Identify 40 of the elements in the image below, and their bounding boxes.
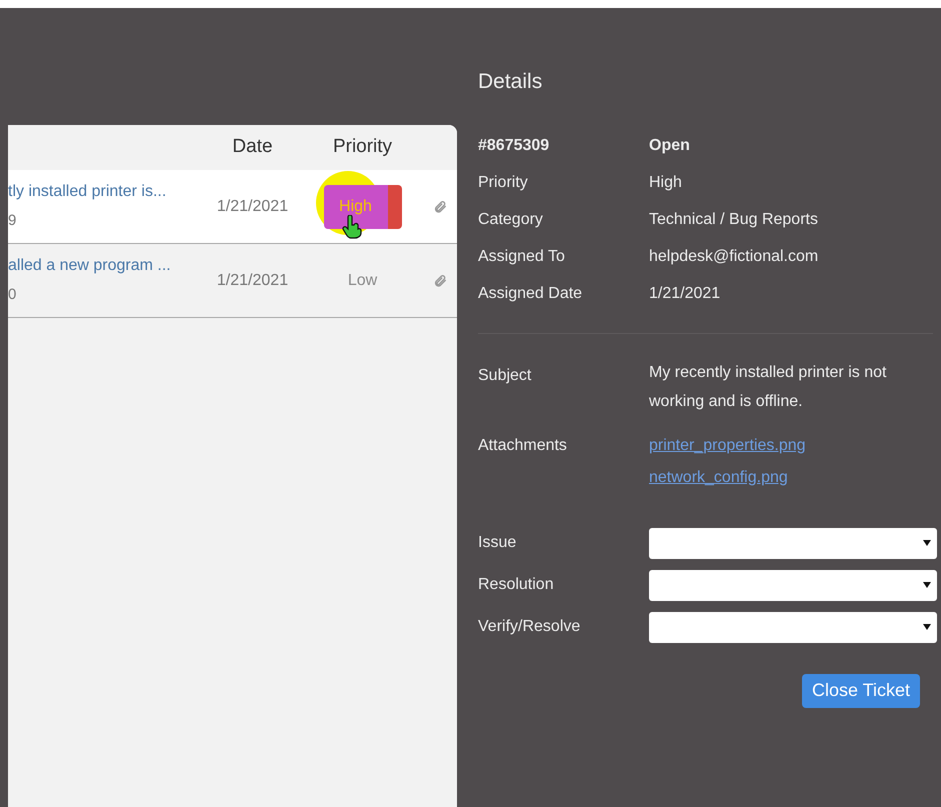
ticket-number: #8675309 bbox=[478, 136, 550, 156]
attachment-link[interactable]: printer_properties.png bbox=[649, 434, 806, 458]
paperclip-icon[interactable] bbox=[433, 272, 447, 288]
ticket-subject[interactable]: alled a new program ... bbox=[8, 254, 205, 278]
ticket-date: 1/21/2021 bbox=[216, 196, 288, 216]
paperclip-icon[interactable] bbox=[433, 198, 447, 214]
field-label: Priority bbox=[478, 173, 529, 193]
field-label: Attachments bbox=[478, 436, 568, 456]
column-header[interactable]: Priority bbox=[332, 133, 392, 162]
field-label: Issue bbox=[478, 533, 518, 553]
ticket-id: 0 bbox=[8, 285, 18, 306]
close-ticket-button[interactable]: Close Ticket bbox=[802, 674, 920, 708]
field-value: 1/21/2021 bbox=[649, 284, 720, 304]
subject-text: My recently installed printer is not working and is offline. bbox=[649, 362, 888, 412]
caret-icon bbox=[923, 624, 931, 630]
column-header[interactable]: Date bbox=[232, 133, 273, 162]
ticket-status: Open bbox=[649, 136, 690, 156]
field-value: helpdesk@fictional.com bbox=[649, 247, 818, 267]
ticket-subject[interactable]: tly installed printer is... bbox=[8, 180, 205, 204]
ticket-row[interactable]: tly installed printer is... 9 1/21/2021 High bbox=[8, 170, 457, 244]
priority-text: Low bbox=[348, 270, 378, 290]
field-value: High bbox=[649, 173, 682, 193]
hand-cursor-icon bbox=[342, 214, 362, 238]
field-label: Category bbox=[478, 210, 544, 230]
dropdown-field[interactable] bbox=[649, 528, 937, 558]
caret-icon bbox=[923, 582, 931, 588]
priority-badge[interactable]: High bbox=[324, 184, 402, 228]
dropdown-field[interactable] bbox=[649, 612, 937, 642]
ticket-id: 9 bbox=[8, 211, 18, 232]
caret-icon bbox=[923, 540, 931, 546]
field-label: Verify/Resolve bbox=[478, 617, 582, 637]
field-label: Resolution bbox=[478, 575, 555, 595]
field-label: Assigned To bbox=[478, 247, 566, 267]
ticket-date: 1/21/2021 bbox=[216, 270, 288, 290]
attachment-link[interactable]: network_config.png bbox=[649, 466, 806, 490]
field-label: Subject bbox=[478, 366, 532, 386]
field-label: Assigned Date bbox=[478, 284, 584, 304]
dropdown-field[interactable] bbox=[649, 570, 937, 600]
field-value: Technical / Bug Reports bbox=[649, 210, 818, 230]
details-title: Details bbox=[478, 69, 544, 95]
